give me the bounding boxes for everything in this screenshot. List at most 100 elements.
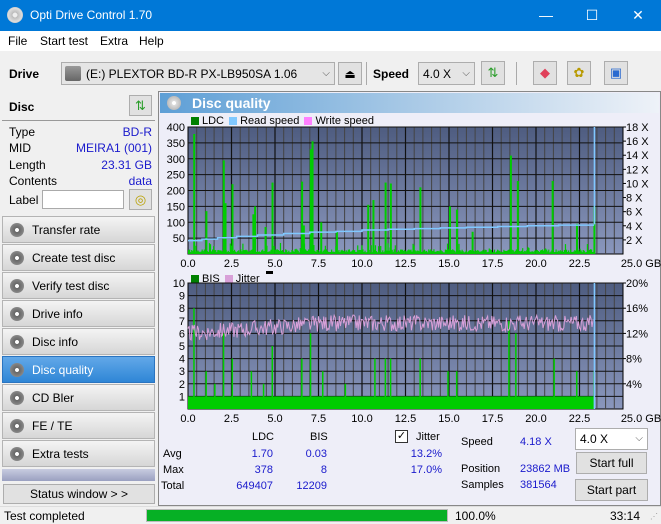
ldc-bar: [395, 252, 397, 254]
ldc-bar: [318, 252, 320, 254]
ldc-bar: [196, 251, 198, 254]
bis-peak-bar: [515, 333, 517, 409]
ldc-bar: [437, 250, 439, 254]
ldc-bar: [346, 251, 348, 254]
y-right-tick-label: 4%: [626, 379, 642, 391]
ldc-bar: [215, 250, 217, 254]
ldc-peak-bar: [372, 200, 375, 254]
ldc-bar: [494, 252, 497, 254]
y-tick-label: 3: [179, 366, 185, 378]
ldc-bar: [534, 250, 536, 254]
ldc-bar: [383, 252, 385, 254]
ldc-bar: [589, 249, 592, 254]
x-tick-label: 20.0: [525, 258, 546, 270]
ldc-bar: [463, 252, 465, 254]
ldc-bar: [428, 249, 430, 254]
bis-peak-bar: [344, 383, 347, 409]
ldc-bar: [212, 249, 214, 254]
ldc-bar: [512, 250, 514, 254]
total-bis: 12209: [296, 480, 327, 492]
ldc-bar: [370, 245, 372, 254]
ldc-bar: [434, 251, 436, 254]
test-speed-select[interactable]: 4.0 X ⌵: [575, 428, 648, 450]
ldc-bar: [523, 251, 525, 254]
ldc-bar: [242, 243, 244, 254]
ldc-bar: [270, 249, 272, 254]
ldc-bar: [521, 250, 523, 254]
ldc-bar: [324, 245, 326, 254]
bis-peak-bar: [321, 371, 324, 409]
ldc-bar: [244, 250, 246, 254]
ldc-bar: [427, 252, 429, 254]
total-ldc: 649407: [236, 480, 273, 492]
ldc-peak-bar: [231, 184, 234, 254]
ldc-bar: [458, 243, 460, 254]
y-tick-label: 10: [173, 278, 185, 290]
ldc-bar: [524, 250, 526, 254]
ldc-bar: [411, 251, 413, 254]
bis-peak-bar: [374, 358, 376, 409]
start-part-button[interactable]: Start part: [575, 479, 648, 501]
ldc-bar: [480, 251, 482, 254]
ldc-bar: [269, 251, 271, 254]
y-tick-label: 1: [179, 391, 185, 403]
ldc-bar: [467, 251, 469, 254]
ldc-bar: [201, 249, 203, 254]
ldc-bar: [587, 250, 590, 254]
ldc-bar: [528, 247, 530, 254]
ldc-bar: [392, 251, 394, 254]
ldc-bar: [257, 251, 260, 254]
x-tick-label: 10.0: [351, 258, 372, 270]
ldc-bar: [504, 250, 506, 254]
jitter-checkbox[interactable]: ✓: [395, 430, 408, 443]
bis-peak-bar: [250, 371, 253, 409]
ldc-bar: [560, 251, 562, 254]
ldc-bar: [376, 252, 379, 254]
ldc-bar: [345, 250, 347, 254]
ldc-bar: [515, 249, 518, 254]
ldc-bar: [545, 248, 547, 254]
ldc-bar: [559, 250, 561, 254]
ldc-bar: [329, 251, 332, 254]
ldc-bar: [394, 245, 396, 254]
max-ldc: 378: [254, 464, 273, 476]
ldc-bar: [403, 250, 405, 254]
ldc-bar: [263, 251, 265, 254]
ldc-bar: [304, 249, 307, 254]
ldc-bar: [492, 251, 495, 254]
start-full-button[interactable]: Start full: [576, 452, 647, 474]
bis-peak-bar: [553, 358, 555, 409]
ldc-bar: [561, 250, 563, 254]
ldc-bar: [363, 252, 365, 254]
avg-jitter: 13.2%: [410, 448, 442, 460]
y-tick-label: 9: [179, 291, 185, 303]
resize-grip-icon[interactable]: ⋰: [650, 512, 658, 521]
ldc-bar: [582, 250, 584, 254]
ldc-bar: [571, 252, 573, 254]
ldc-bar: [198, 251, 200, 254]
ldc-bar: [522, 248, 524, 254]
ldc-bar: [248, 251, 250, 254]
ldc-bar: [447, 249, 450, 254]
ldc-bar: [564, 244, 567, 254]
ldc-bar: [501, 251, 503, 254]
ldc-bar: [344, 251, 346, 254]
ldc-bar: [410, 249, 412, 254]
x-tick-label: 0.0: [180, 258, 195, 270]
y-right-tick-label: 20%: [626, 278, 648, 290]
ldc-bar: [558, 251, 560, 254]
x-tick-label: 5.0: [267, 413, 282, 425]
ldc-peak-bar: [271, 182, 274, 254]
ldc-bar: [361, 245, 363, 254]
ldc-bar: [519, 251, 522, 254]
bis-peak-bar: [576, 371, 578, 409]
ldc-bar: [297, 250, 299, 254]
ldc-bar: [586, 244, 589, 254]
ldc-bar: [488, 248, 490, 254]
ldc-bar: [325, 249, 328, 254]
ldc-bar: [440, 250, 442, 254]
status-text: Test completed: [4, 509, 85, 523]
ldc-bar: [350, 251, 353, 254]
ldc-bar: [362, 249, 364, 254]
ldc-bar: [518, 251, 521, 254]
